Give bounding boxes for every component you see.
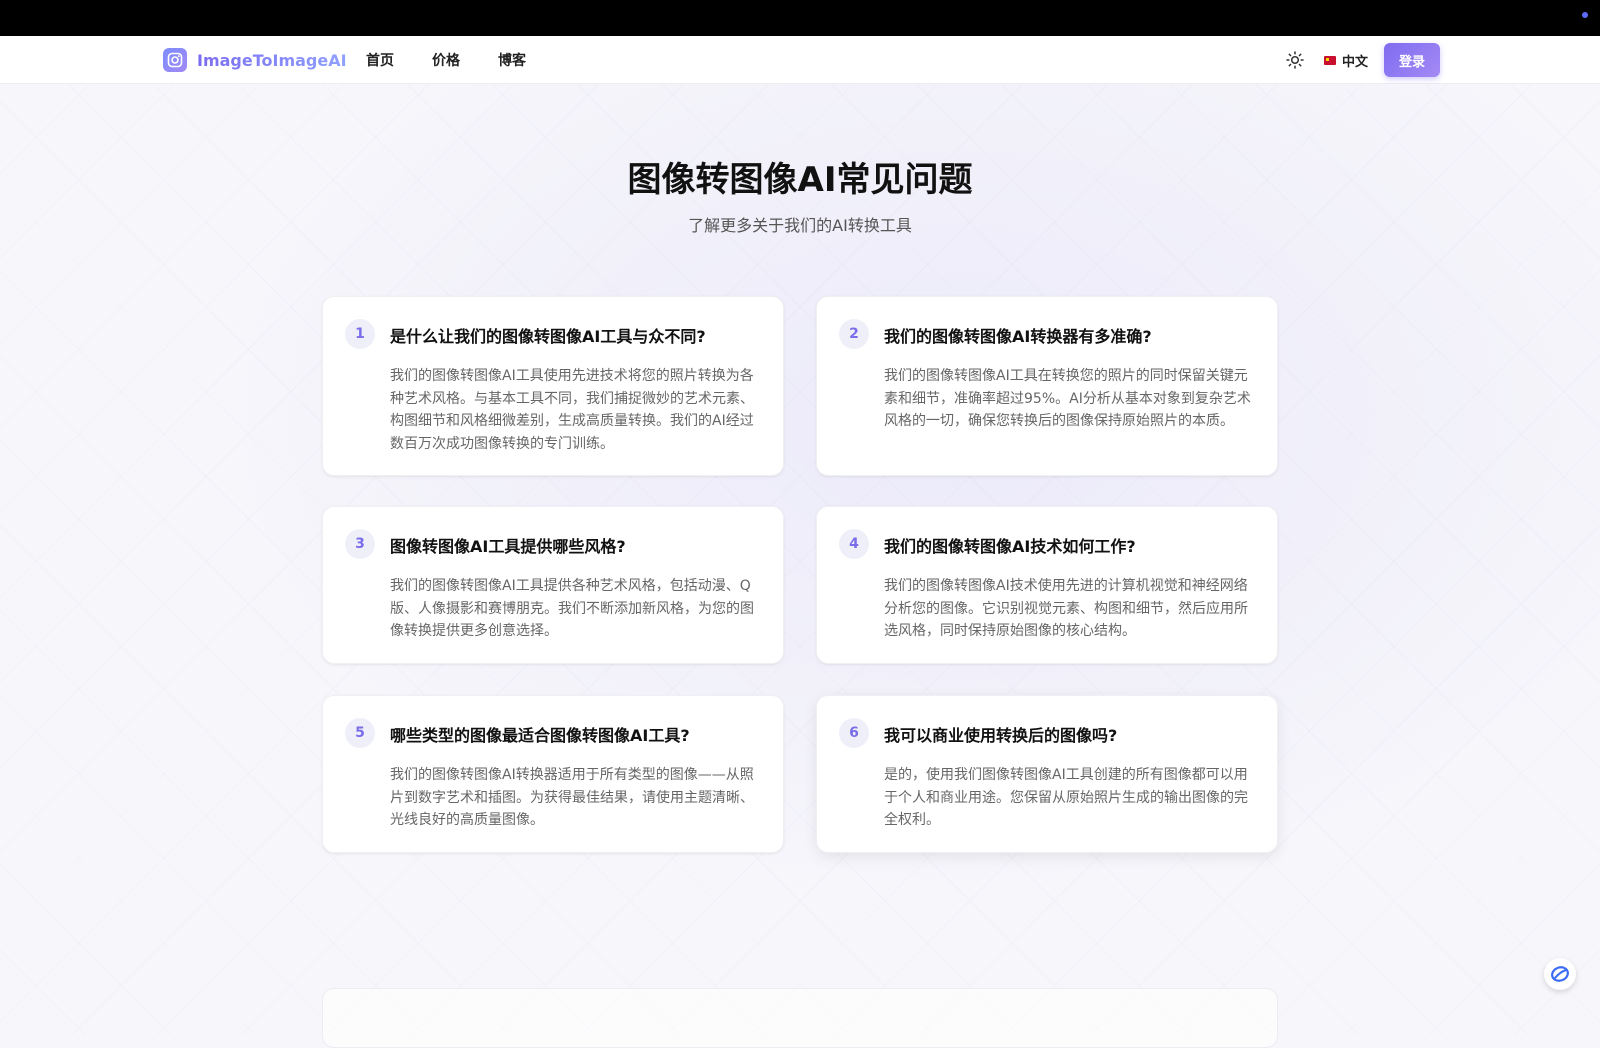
brand-logo[interactable]: ImageToImageAI <box>163 48 347 72</box>
faq-number-badge: 4 <box>839 529 869 559</box>
faq-card-2: 2 我们的图像转图像AI转换器有多准确? 我们的图像转图像AI工具在转换您的照片… <box>816 296 1278 476</box>
nav-link-pricing[interactable]: 价格 <box>432 50 460 70</box>
faq-number-badge: 6 <box>839 718 869 748</box>
system-top-bar <box>0 0 1600 36</box>
nav-links: 首页 价格 博客 <box>366 50 526 70</box>
faq-card-1: 1 是什么让我们的图像转图像AI工具与众不同? 我们的图像转图像AI工具使用先进… <box>322 296 784 476</box>
language-selector[interactable]: 中文 <box>1323 51 1368 70</box>
china-flag-icon <box>1323 55 1336 65</box>
status-dot-icon <box>1582 12 1588 18</box>
camera-icon <box>163 48 187 72</box>
nav-link-home[interactable]: 首页 <box>366 50 394 70</box>
faq-subtitle: 了解更多关于我们的AI转换工具 <box>688 216 912 235</box>
faq-card-5: 5 哪些类型的图像最适合图像转图像AI工具? 我们的图像转图像AI转换器适用于所… <box>322 695 784 853</box>
faq-answer: 我们的图像转图像AI工具提供各种艺术风格，包括动漫、Q版、人像摄影和赛博朋克。我… <box>390 578 754 639</box>
faq-card-4: 4 我们的图像转图像AI技术如何工作? 我们的图像转图像AI技术使用先进的计算机… <box>816 506 1278 664</box>
faq-number-badge: 2 <box>839 319 869 349</box>
faq-answer: 我们的图像转图像AI技术使用先进的计算机视觉和神经网络分析您的图像。它识别视觉元… <box>884 578 1248 639</box>
nav-actions: 中文 登录 <box>1282 43 1440 77</box>
nav-link-blog[interactable]: 博客 <box>498 50 526 70</box>
brand-name: ImageToImageAI <box>197 50 347 70</box>
faq-question: 图像转图像AI工具提供哪些风格? <box>390 537 626 556</box>
faq-question: 是什么让我们的图像转图像AI工具与众不同? <box>390 327 706 346</box>
faq-section: 图像转图像AI常见问题 了解更多关于我们的AI转换工具 1 是什么让我们的图像转… <box>0 84 1600 1048</box>
chat-widget-button[interactable] <box>1544 958 1576 990</box>
faq-answer: 我们的图像转图像AI工具在转换您的照片的同时保留关键元素和细节，准确率超过95%… <box>884 368 1251 429</box>
faq-card-6: 6 我可以商业使用转换后的图像吗? 是的，使用我们图像转图像AI工具创建的所有图… <box>816 695 1278 853</box>
faq-number-badge: 3 <box>345 529 375 559</box>
faq-answer: 我们的图像转图像AI工具使用先进技术将您的照片转换为各种艺术风格。与基本工具不同… <box>390 368 754 452</box>
navigation-bar: ImageToImageAI 首页 价格 博客 中文 登录 <box>0 36 1600 84</box>
theme-toggle-button[interactable] <box>1282 47 1308 73</box>
faq-number-badge: 1 <box>345 319 375 349</box>
next-section-card <box>322 988 1278 1048</box>
chat-bubble-icon <box>1551 966 1569 982</box>
faq-number-badge: 5 <box>345 718 375 748</box>
faq-answer: 是的，使用我们图像转图像AI工具创建的所有图像都可以用于个人和商业用途。您保留从… <box>884 767 1248 828</box>
faq-question: 我们的图像转图像AI技术如何工作? <box>884 537 1136 556</box>
faq-question: 我们的图像转图像AI转换器有多准确? <box>884 327 1152 346</box>
login-button[interactable]: 登录 <box>1384 43 1440 77</box>
faq-question: 我可以商业使用转换后的图像吗? <box>884 726 1118 745</box>
faq-card-3: 3 图像转图像AI工具提供哪些风格? 我们的图像转图像AI工具提供各种艺术风格，… <box>322 506 784 664</box>
faq-title: 图像转图像AI常见问题 <box>627 160 973 200</box>
sun-icon <box>1286 51 1304 69</box>
faq-question: 哪些类型的图像最适合图像转图像AI工具? <box>390 726 690 745</box>
faq-answer: 我们的图像转图像AI转换器适用于所有类型的图像——从照片到数字艺术和插图。为获得… <box>390 767 754 828</box>
language-label: 中文 <box>1341 54 1368 70</box>
